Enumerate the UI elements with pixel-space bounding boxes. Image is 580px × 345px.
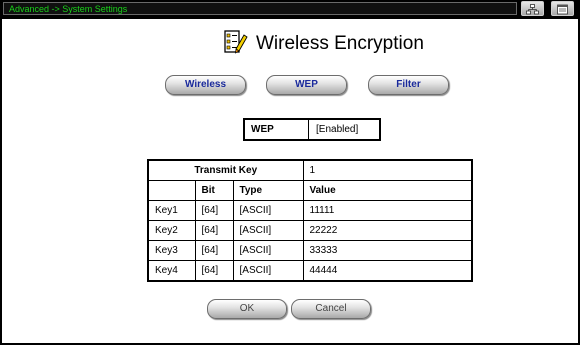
wep-tab-button[interactable]: WEP xyxy=(266,75,347,95)
column-header-type: Type xyxy=(232,180,304,201)
window-icon[interactable] xyxy=(551,1,574,16)
key-value: 11111 xyxy=(302,200,473,221)
key-value: 44444 xyxy=(302,260,473,282)
checklist-pencil-icon xyxy=(222,29,248,60)
filter-tab-button[interactable]: Filter xyxy=(368,75,449,95)
cancel-button[interactable]: Cancel xyxy=(291,299,371,319)
column-header-key xyxy=(147,180,196,201)
table-row: Key1 [64] [ASCII] 11111 xyxy=(147,200,473,221)
top-bar: Advanced -> System Settings xyxy=(0,0,580,19)
main-content: Wireless Encryption Wireless WEP Filter … xyxy=(2,19,578,343)
breadcrumb: Advanced -> System Settings xyxy=(3,2,517,15)
key-type: [ASCII] xyxy=(232,240,304,261)
key-name: Key2 xyxy=(147,220,196,241)
key-type: [ASCII] xyxy=(232,200,304,221)
key-bit: [64] xyxy=(194,260,234,282)
transmit-key-row: Transmit Key 1 xyxy=(147,159,473,181)
key-type: [ASCII] xyxy=(232,260,304,282)
network-icon[interactable] xyxy=(521,1,544,16)
key-name: Key1 xyxy=(147,200,196,221)
column-header-bit: Bit xyxy=(194,180,234,201)
wep-status-box: WEP [Enabled] xyxy=(243,118,381,141)
wep-status-label: WEP xyxy=(245,120,309,139)
wep-status-value: [Enabled] xyxy=(316,124,359,135)
key-name: Key4 xyxy=(147,260,196,282)
key-type: [ASCII] xyxy=(232,220,304,241)
ok-button[interactable]: OK xyxy=(207,299,287,319)
key-value: 33333 xyxy=(302,240,473,261)
table-row: Key2 [64] [ASCII] 22222 xyxy=(147,220,473,241)
key-bit: [64] xyxy=(194,200,234,221)
table-row: Key4 [64] [ASCII] 44444 xyxy=(147,260,473,282)
key-value: 22222 xyxy=(302,220,473,241)
key-name: Key3 xyxy=(147,240,196,261)
wep-key-table: Transmit Key 1 Bit Type Value Key1 [64] … xyxy=(147,159,473,282)
column-header-value: Value xyxy=(302,180,473,201)
wireless-tab-button[interactable]: Wireless xyxy=(165,75,246,95)
table-header-row: Bit Type Value xyxy=(147,180,473,201)
page-header: Wireless Encryption xyxy=(222,29,424,60)
table-row: Key3 [64] [ASCII] 33333 xyxy=(147,240,473,261)
key-bit: [64] xyxy=(194,220,234,241)
page-title: Wireless Encryption xyxy=(256,33,424,54)
key-bit: [64] xyxy=(194,240,234,261)
transmit-key-label: Transmit Key xyxy=(147,159,304,181)
transmit-key-value: 1 xyxy=(302,159,473,181)
